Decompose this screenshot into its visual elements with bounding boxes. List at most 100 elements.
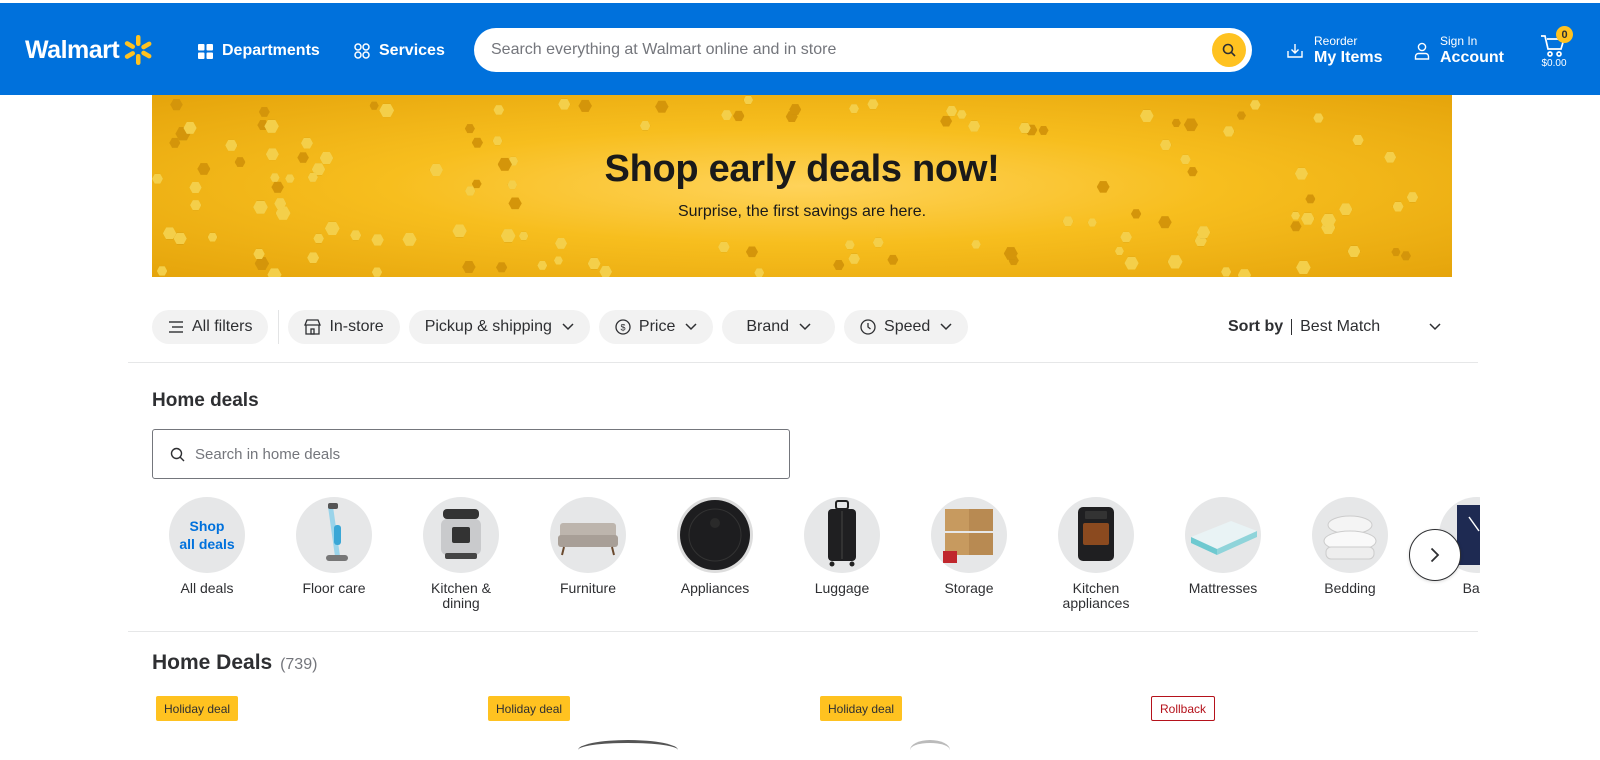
pickup-shipping-chip[interactable]: Pickup & shipping — [408, 310, 590, 344]
product-image[interactable] — [910, 740, 950, 760]
mattress-icon — [1185, 497, 1261, 573]
brand-label: Brand — [746, 318, 790, 335]
category-storage[interactable]: Storage — [914, 497, 1024, 596]
section-divider — [128, 362, 1478, 363]
category-carousel: Shop all deals All deals Floor care Kitc… — [152, 497, 1480, 617]
shop-all-line1: Shop — [189, 518, 225, 534]
speed-chip[interactable]: Speed — [844, 310, 969, 344]
brand-chip[interactable]: Brand — [722, 310, 836, 344]
search-icon — [170, 447, 185, 461]
category-appliances[interactable]: Appliances — [660, 497, 770, 596]
category-bedding[interactable]: Bedding — [1295, 497, 1405, 596]
holiday-deal-badge: Holiday deal — [156, 696, 239, 721]
deals-banner[interactable]: Shop early deals now! Surprise, the firs… — [152, 95, 1452, 277]
category-kitchen-appliances[interactable]: Kitchen appliances — [1041, 497, 1151, 611]
home-deals-search-input[interactable] — [195, 445, 755, 463]
in-store-chip[interactable]: In-store — [288, 310, 400, 344]
price-icon: $ — [615, 319, 631, 335]
all-filters-label: All filters — [192, 318, 253, 335]
pickup-shipping-label: Pickup & shipping — [424, 318, 552, 335]
vacuum-icon — [296, 497, 372, 573]
category-label: Storage — [944, 580, 994, 596]
holiday-deal-badge: Holiday deal — [820, 696, 903, 721]
reorder-icon — [1287, 44, 1303, 58]
search-button[interactable] — [1212, 33, 1246, 67]
user-icon — [1414, 42, 1430, 60]
holiday-deal-badge: Holiday deal — [488, 696, 571, 721]
robot-vacuum-icon — [677, 497, 753, 573]
air-fryer-icon — [1058, 497, 1134, 573]
category-image: Shop all deals — [169, 497, 245, 573]
price-chip[interactable]: $ Price — [598, 310, 714, 344]
category-label: Floor care — [302, 580, 366, 596]
spark-icon — [125, 35, 152, 65]
all-filters-button[interactable]: All filters — [152, 310, 269, 344]
price-label: Price — [638, 318, 676, 335]
chevron-down-icon — [799, 323, 811, 331]
filter-bar: All filters In-store Pickup & shipping $… — [152, 310, 977, 344]
category-label: Kitchen appliances — [1062, 580, 1130, 611]
category-kitchen-dining[interactable]: Kitchen & dining — [406, 497, 516, 611]
home-deals-title: Home deals — [152, 390, 259, 411]
speed-label: Speed — [884, 318, 931, 335]
sort-value: Best Match — [1291, 319, 1429, 335]
shop-all-line2: all deals — [179, 536, 235, 552]
account-link[interactable]: Sign In Account — [1414, 31, 1504, 71]
category-all-deals[interactable]: Shop all deals All deals — [152, 497, 262, 596]
filter-icon — [169, 321, 183, 333]
sofa-icon — [550, 497, 626, 573]
services-button[interactable]: Services — [354, 33, 445, 69]
category-mattresses[interactable]: Mattresses — [1168, 497, 1278, 596]
bedding-icon — [1312, 497, 1388, 573]
carousel-next-button[interactable] — [1409, 529, 1461, 581]
cart-button[interactable]: 0 $0.00 — [1536, 26, 1573, 75]
chevron-down-icon — [685, 323, 697, 331]
cart-count-badge: 0 — [1556, 26, 1573, 43]
departments-label: Departments — [222, 42, 320, 59]
pressure-cooker-icon — [423, 497, 499, 573]
banner-title: Shop early deals now! — [604, 147, 1000, 190]
sort-label: Sort by — [1228, 318, 1284, 335]
category-furniture[interactable]: Furniture — [533, 497, 643, 596]
search-icon — [1222, 43, 1236, 57]
results-count: (739) — [280, 656, 318, 673]
search-bar — [474, 28, 1252, 72]
walmart-logo[interactable]: Walmart — [25, 35, 155, 65]
reorder-link[interactable]: Reorder My Items — [1286, 31, 1382, 71]
signin-small-label: Sign In — [1440, 34, 1478, 48]
departments-button[interactable]: Departments — [198, 33, 320, 69]
category-floor-care[interactable]: Floor care — [279, 497, 389, 596]
category-label: Appliances — [680, 580, 750, 596]
category-label: Mattresses — [1188, 580, 1258, 596]
category-label: Bedding — [1324, 580, 1376, 596]
services-label: Services — [379, 42, 445, 59]
product-image[interactable] — [578, 740, 678, 760]
clock-icon — [860, 319, 876, 335]
site-header: Walmart Departments Services Search ever… — [0, 3, 1600, 95]
results-header: Home Deals (739) — [152, 651, 317, 675]
results-title: Home Deals — [152, 651, 273, 674]
grid-icon — [198, 43, 213, 59]
storage-bins-icon — [931, 497, 1007, 573]
store-icon — [304, 319, 322, 335]
category-label: Luggage — [814, 580, 870, 596]
category-luggage[interactable]: Luggage — [787, 497, 897, 596]
search-input[interactable] — [491, 41, 1191, 59]
section-divider — [128, 631, 1478, 632]
cart-total: $0.00 — [1541, 58, 1567, 69]
rollback-badge: Rollback — [1151, 696, 1216, 721]
banner-subtitle: Surprise, the first savings are here. — [677, 202, 927, 220]
category-label: All deals — [180, 580, 234, 596]
svg-text:$: $ — [620, 323, 625, 333]
chevron-down-icon — [562, 323, 574, 331]
sort-dropdown[interactable]: Sort by Best Match — [1228, 318, 1441, 336]
chevron-down-icon — [940, 323, 952, 331]
services-icon — [354, 43, 370, 59]
chevron-down-icon — [1429, 323, 1441, 331]
account-big-label: Account — [1440, 49, 1504, 66]
reorder-big-label: My Items — [1314, 49, 1383, 66]
filter-divider — [278, 310, 280, 344]
home-deals-search — [152, 429, 790, 479]
category-label: Furniture — [559, 580, 617, 596]
suitcase-icon — [804, 497, 880, 573]
